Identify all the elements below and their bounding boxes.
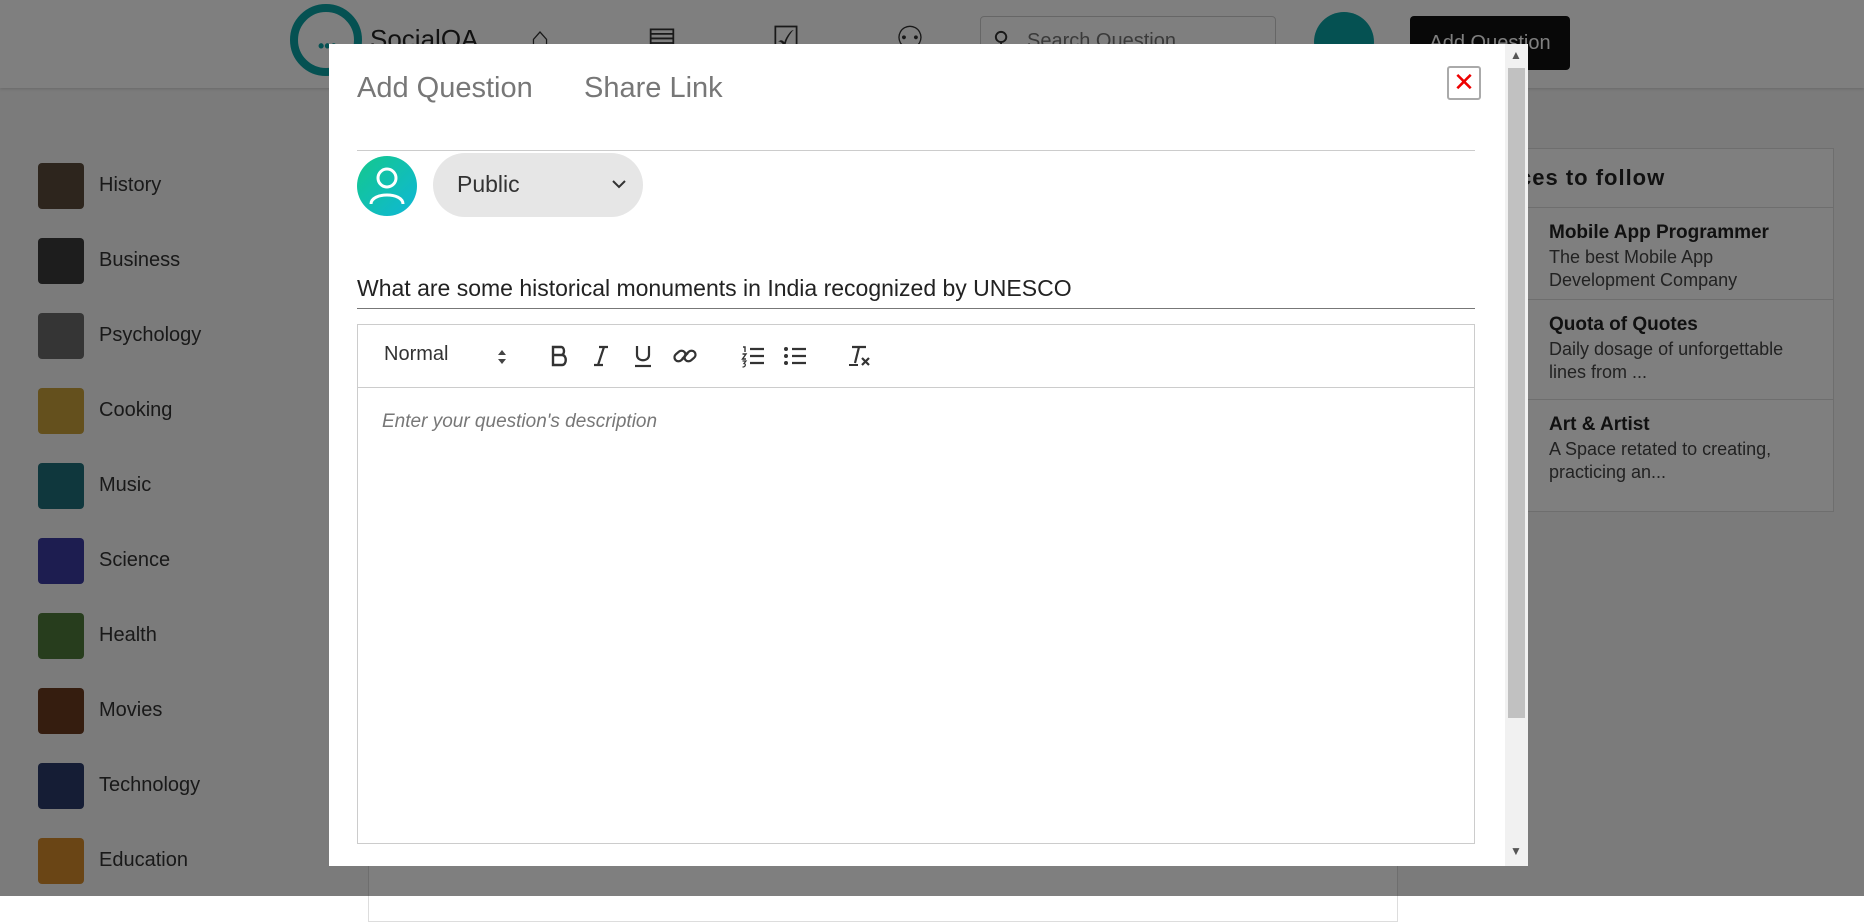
modal-scrollbar[interactable]: ▲ ▼ [1505,44,1528,866]
chevron-down-icon [612,180,626,189]
close-button[interactable]: ✕ [1447,66,1481,100]
link-icon[interactable] [672,343,698,369]
scroll-thumb[interactable] [1508,68,1525,718]
ordered-list-icon[interactable] [740,343,766,369]
modal-tabs: Add Question Share Link [357,72,1475,151]
clear-formatting-icon[interactable] [846,343,872,369]
underline-icon[interactable] [630,343,656,369]
user-avatar [357,156,417,216]
tab-share-link[interactable]: Share Link [584,72,723,105]
scroll-up-icon[interactable]: ▲ [1510,48,1522,62]
description-editor: Normal Enter your question's description [357,324,1475,844]
add-question-modal: Add Question Share Link ✕ Public Normal [329,44,1528,866]
scroll-down-icon[interactable]: ▼ [1510,844,1522,858]
question-input[interactable] [357,268,1475,309]
visibility-value: Public [457,171,520,197]
bold-icon[interactable] [546,343,572,369]
format-arrows-icon[interactable] [496,347,508,367]
visibility-select[interactable]: Public [433,153,643,217]
editor-toolbar: Normal [358,325,1474,388]
italic-icon[interactable] [588,343,614,369]
user-icon [369,167,405,205]
bullet-list-icon[interactable] [782,343,808,369]
tab-add-question[interactable]: Add Question [357,72,533,105]
format-select[interactable]: Normal [384,343,448,366]
description-placeholder[interactable]: Enter your question's description [382,411,657,433]
